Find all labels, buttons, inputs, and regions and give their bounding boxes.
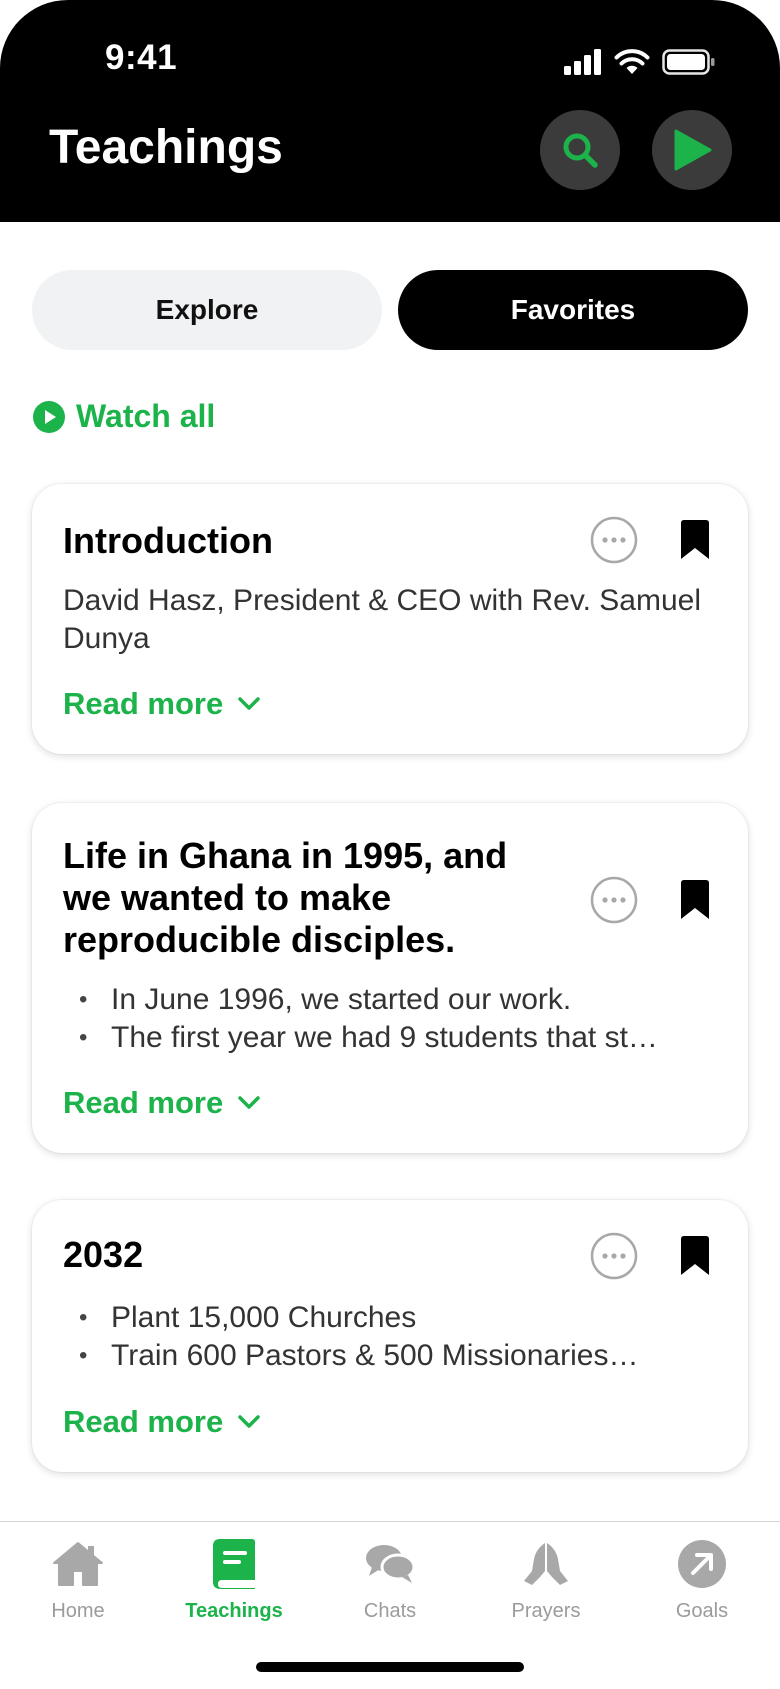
watch-all-label: Watch all (76, 398, 216, 434)
teaching-card[interactable]: 2032 Plant 15,000 Churches Train 600 Pas… (32, 1200, 748, 1472)
more-options-icon[interactable] (590, 876, 638, 924)
bookmark-icon[interactable] (678, 879, 712, 921)
wifi-icon (614, 49, 650, 74)
read-more-button[interactable]: Read more (63, 686, 261, 722)
card-title: Introduction (63, 520, 273, 561)
read-more-button[interactable]: Read more (63, 1404, 261, 1440)
status-icons (564, 44, 716, 80)
tab-favorites[interactable]: Favorites (398, 270, 748, 350)
bullet-item: Train 600 Pastors & 500 Missionaries… (63, 1337, 712, 1375)
status-time: 9:41 (105, 38, 178, 77)
bullet-item: Plant 15,000 Churches (63, 1299, 712, 1337)
tabbar-item-chats[interactable]: Chats (320, 1536, 460, 1623)
tabbar-label: Home (51, 1600, 105, 1622)
tabbar-label: Teachings (185, 1600, 283, 1622)
play-icon (674, 129, 712, 171)
chevron-down-icon (238, 697, 260, 710)
bullet-item: In June 1996, we started our work. (63, 981, 712, 1019)
tabbar-label: Goals (675, 1600, 729, 1622)
read-more-label: Read more (63, 1404, 224, 1439)
read-more-label: Read more (63, 686, 224, 721)
home-indicator (256, 1662, 524, 1672)
read-more-button[interactable]: Read more (63, 1085, 261, 1121)
tabbar-label: Chats (363, 1600, 417, 1622)
tabbar-item-prayers[interactable]: Prayers (476, 1536, 616, 1623)
watch-all-link[interactable]: Watch all (32, 398, 215, 435)
chevron-down-icon (238, 1096, 260, 1109)
card-description: David Hasz, President & CEO with Rev. Sa… (63, 584, 702, 655)
play-button[interactable] (652, 110, 732, 190)
tabbar-item-teachings[interactable]: Teachings (164, 1536, 304, 1623)
segment-tabs: Explore Favorites (32, 270, 748, 350)
search-icon (563, 133, 598, 168)
card-title: 2032 (63, 1234, 144, 1275)
search-button[interactable] (540, 110, 620, 190)
signal-icon (564, 49, 601, 75)
tabbar-item-home[interactable]: Home (8, 1536, 148, 1623)
tabbar-label: Prayers (511, 1600, 581, 1622)
card-title: Life in Ghana in 1995, and we wanted to … (63, 835, 508, 960)
battery-icon (662, 49, 715, 75)
card-bullets: In June 1996, we started our work. The f… (63, 981, 712, 1057)
more-options-icon[interactable] (590, 1232, 638, 1280)
teaching-card[interactable]: Life in Ghana in 1995, and we wanted to … (32, 803, 748, 1153)
home-icon (53, 1542, 103, 1586)
bookmark-icon[interactable] (678, 519, 712, 561)
more-options-icon[interactable] (590, 516, 638, 564)
book-icon (213, 1539, 255, 1589)
page-title: Teachings (49, 121, 283, 174)
chevron-down-icon (238, 1415, 260, 1428)
card-bullets: Plant 15,000 Churches Train 600 Pastors … (63, 1299, 712, 1375)
bookmark-icon[interactable] (678, 1235, 712, 1277)
bullet-item: The first year we had 9 students that st… (63, 1019, 712, 1057)
tabbar-item-goals[interactable]: Goals (632, 1536, 772, 1623)
praying-hands-icon (524, 1543, 568, 1585)
app-header: 9:41 Teachings (0, 0, 780, 222)
tab-explore[interactable]: Explore (32, 270, 382, 350)
arrow-up-right-icon (678, 1540, 726, 1588)
play-circle-icon (33, 400, 65, 433)
teaching-card[interactable]: Introduction David Hasz, President & CEO… (32, 484, 748, 754)
read-more-label: Read more (63, 1085, 224, 1120)
chat-bubbles-icon (366, 1545, 416, 1583)
